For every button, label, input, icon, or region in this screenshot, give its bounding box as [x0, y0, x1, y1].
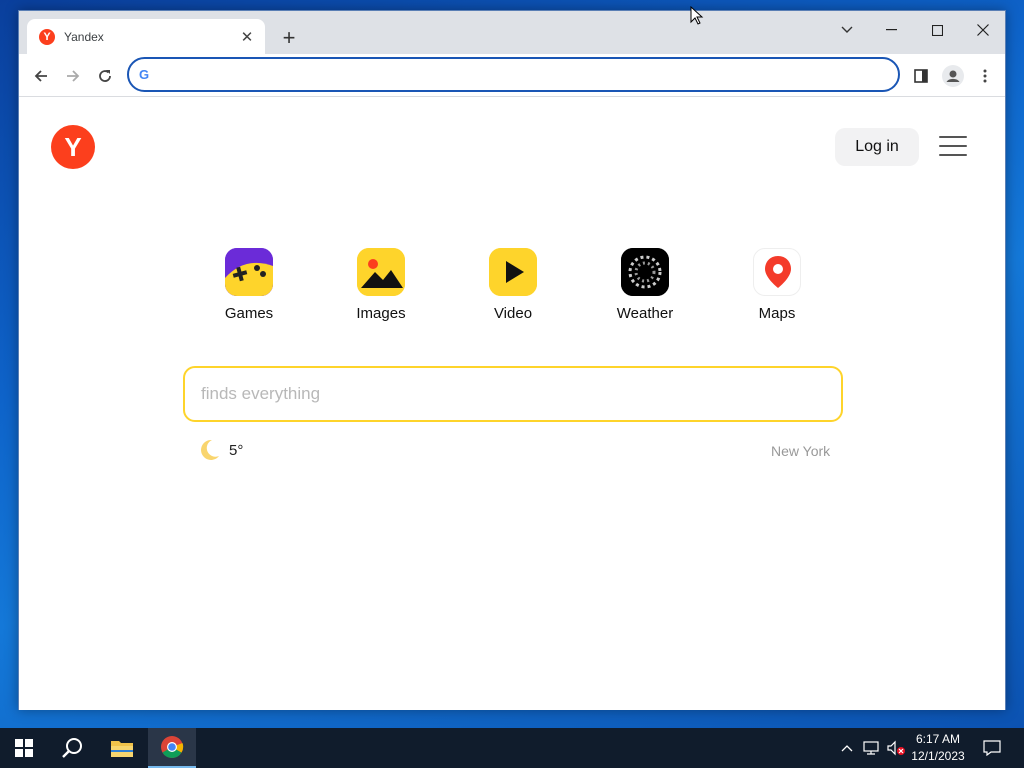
weather-icon: [621, 248, 669, 296]
tab-yandex[interactable]: Y Yandex ✕: [27, 19, 265, 54]
games-icon: [225, 248, 273, 296]
minimize-button[interactable]: [869, 15, 913, 45]
profile-avatar-icon[interactable]: [939, 62, 967, 90]
show-hidden-icons-chevron-icon[interactable]: [838, 728, 856, 768]
service-label: Games: [224, 305, 274, 322]
browser-window: Y Yandex ✕ + G Y Log in Games Images Vid…: [18, 10, 1006, 710]
service-label: Video: [493, 305, 533, 322]
weather-temperature: 5°: [229, 441, 244, 459]
tab-close-icon[interactable]: ✕: [237, 27, 257, 47]
login-button[interactable]: Log in: [835, 128, 919, 166]
service-images[interactable]: Images: [331, 248, 431, 322]
network-icon[interactable]: [860, 728, 882, 768]
service-video[interactable]: Video: [463, 248, 563, 322]
clock-time: 6:17 AM: [915, 732, 961, 746]
clock-date: 12/1/2023: [911, 749, 965, 763]
folder-icon: [111, 741, 133, 757]
service-maps[interactable]: Maps: [727, 248, 827, 322]
start-button[interactable]: [0, 728, 48, 768]
tab-search-chevron-icon[interactable]: [825, 15, 869, 45]
mouse-cursor-icon: [690, 6, 704, 25]
forward-button[interactable]: [59, 62, 87, 90]
service-games[interactable]: Games: [199, 248, 299, 322]
more-menu-icon[interactable]: [971, 62, 999, 90]
browser-toolbar: G: [19, 54, 1005, 97]
service-label: Images: [356, 305, 406, 322]
search-input[interactable]: [185, 368, 841, 420]
back-button[interactable]: [27, 62, 55, 90]
taskbar: 6:17 AM 12/1/2023: [0, 728, 1024, 768]
tab-title: Yandex: [64, 29, 104, 44]
yandex-favicon-icon: Y: [39, 28, 55, 45]
title-bar: Y Yandex ✕ +: [19, 11, 1005, 54]
chrome-taskbar-button[interactable]: [148, 728, 196, 768]
search-box[interactable]: [183, 366, 843, 422]
yandex-page: Y Log in Games Images Video Weather Maps…: [19, 98, 1005, 710]
notification-icon: [983, 740, 1001, 756]
reload-button[interactable]: [91, 62, 119, 90]
images-icon: [357, 248, 405, 296]
search-icon: [62, 738, 82, 758]
weather-widget[interactable]: 5°: [197, 438, 243, 462]
notifications-button[interactable]: [978, 728, 1006, 768]
service-weather[interactable]: Weather: [595, 248, 695, 322]
service-label: Maps: [758, 305, 796, 322]
maximize-button[interactable]: [915, 15, 959, 45]
maps-icon: [753, 248, 801, 296]
chrome-icon: [161, 736, 184, 758]
google-icon: G: [139, 67, 150, 82]
search-button[interactable]: [48, 728, 96, 768]
yandex-logo[interactable]: Y: [51, 125, 95, 169]
moon-icon: [201, 439, 219, 460]
video-icon: [489, 248, 537, 296]
hamburger-menu-icon[interactable]: [939, 136, 967, 158]
taskbar-clock[interactable]: 6:17 AM 12/1/2023: [904, 731, 972, 765]
windows-icon: [15, 739, 33, 757]
file-explorer-button[interactable]: [98, 728, 146, 768]
new-tab-button[interactable]: +: [277, 25, 301, 50]
address-input[interactable]: [155, 59, 898, 90]
service-label: Weather: [616, 305, 674, 322]
close-window-button[interactable]: [961, 15, 1005, 45]
side-panel-icon[interactable]: [907, 62, 935, 90]
address-bar[interactable]: G: [127, 57, 900, 92]
city-label[interactable]: New York: [771, 443, 830, 459]
